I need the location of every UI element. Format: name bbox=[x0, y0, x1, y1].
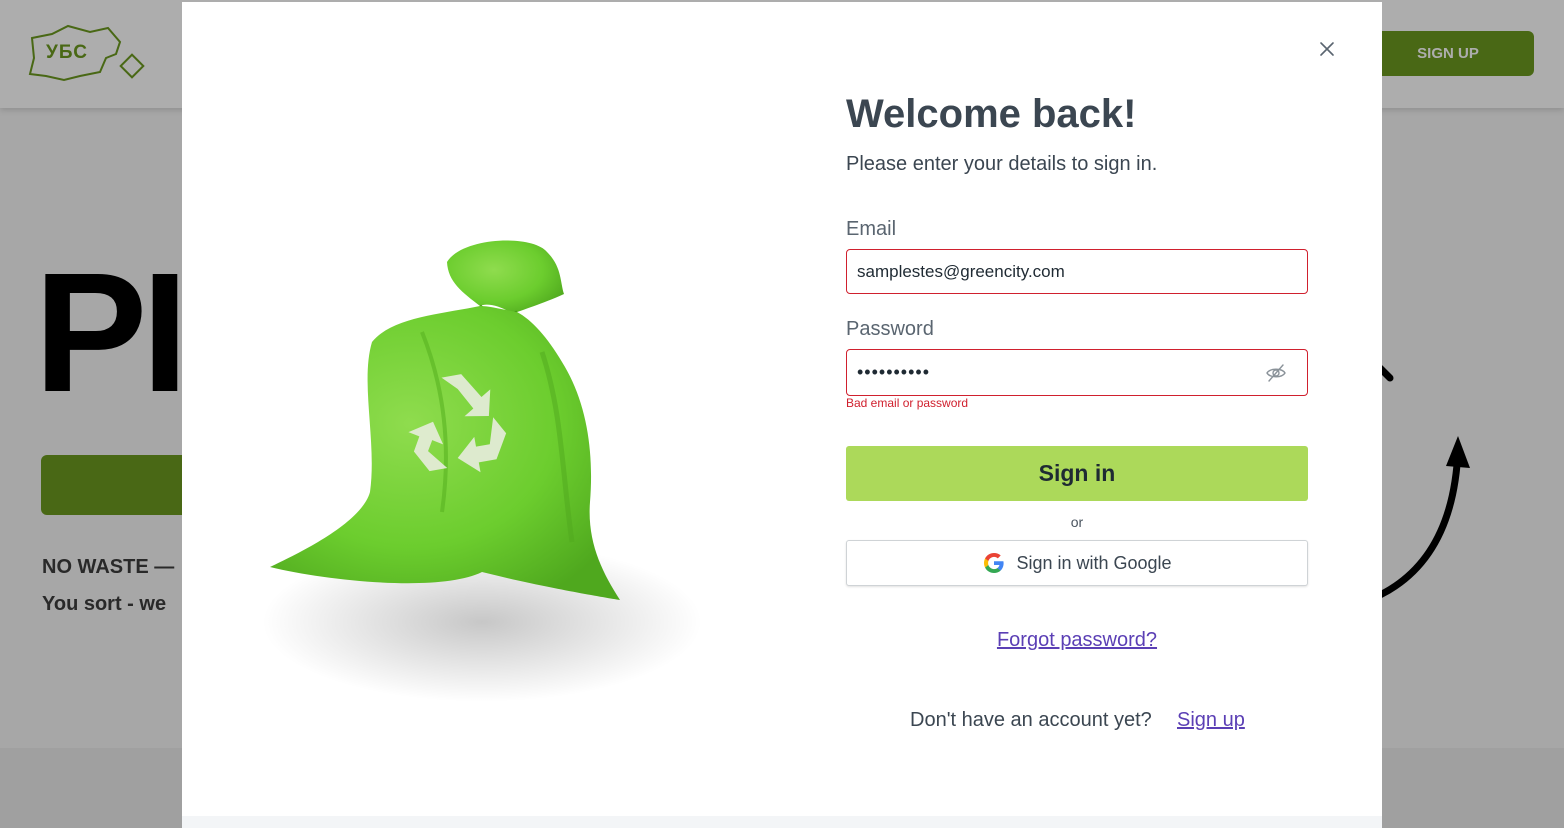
modal-title: Welcome back! bbox=[846, 92, 1137, 136]
no-account-text: Don't have an account yet? bbox=[910, 709, 1152, 731]
modal-subtitle: Please enter your details to sign in. bbox=[846, 153, 1158, 175]
toggle-password-visibility-button[interactable] bbox=[1265, 362, 1287, 384]
email-label: Email bbox=[846, 218, 897, 240]
or-divider: or bbox=[1070, 514, 1084, 530]
forgot-password-link[interactable]: Forgot password? bbox=[846, 629, 1308, 652]
password-field-box bbox=[846, 349, 1308, 396]
eye-off-icon bbox=[1266, 364, 1286, 382]
sign-in-modal: Welcome back! Please enter your details … bbox=[182, 2, 1382, 828]
sign-up-link[interactable]: Sign up bbox=[1177, 709, 1245, 732]
sign-in-with-google-button[interactable]: Sign in with Google bbox=[846, 540, 1308, 586]
sign-in-button[interactable]: Sign in bbox=[846, 446, 1308, 501]
email-field-box bbox=[846, 249, 1308, 294]
recycle-bag-illustration bbox=[262, 240, 702, 702]
close-button[interactable] bbox=[1316, 38, 1338, 60]
password-input[interactable] bbox=[857, 350, 1257, 395]
email-input[interactable] bbox=[857, 250, 1257, 293]
password-label: Password bbox=[846, 318, 934, 340]
close-icon bbox=[1320, 42, 1334, 56]
google-button-label: Sign in with Google bbox=[1016, 552, 1172, 573]
login-error-message: Bad email or password bbox=[846, 396, 969, 410]
google-icon bbox=[984, 553, 1005, 573]
modal-bottom-strip bbox=[182, 816, 1382, 828]
